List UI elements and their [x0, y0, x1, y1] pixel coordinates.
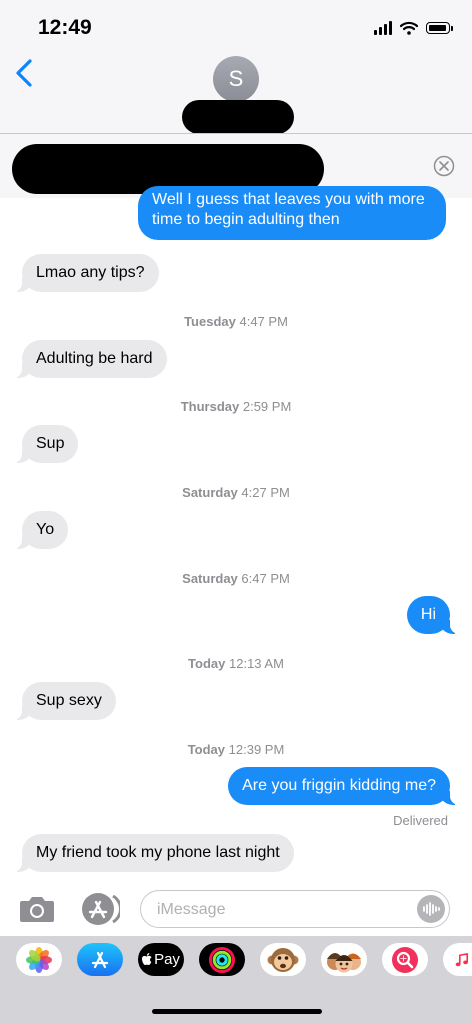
photos-icon[interactable]: [16, 943, 62, 976]
delivered-receipt: Delivered: [393, 813, 448, 828]
timestamp: Thursday 2:59 PM: [180, 399, 292, 414]
apple-pay-label: Pay: [154, 951, 180, 968]
message-incoming[interactable]: Sup: [12, 425, 79, 463]
redacted-contact-name: [182, 100, 294, 134]
message-thread: Well I guess that leaves you with more t…: [0, 186, 472, 876]
message-outgoing[interactable]: Well I guess that leaves you with more t…: [138, 186, 446, 240]
imessage-placeholder: iMessage: [157, 901, 226, 918]
back-chevron-icon[interactable]: [10, 56, 40, 90]
message-incoming[interactable]: Yo: [12, 511, 69, 549]
message-incoming[interactable]: Adulting be hard: [13, 340, 167, 378]
activity-icon[interactable]: [199, 943, 245, 976]
wifi-icon: [400, 21, 418, 35]
apple-pay-icon[interactable]: Pay: [138, 943, 184, 976]
message-incoming[interactable]: My friend took my phone last night: [13, 834, 294, 872]
app-store-app-icon[interactable]: [77, 943, 123, 976]
monkey-animoji-icon[interactable]: [260, 943, 306, 976]
contact-avatar[interactable]: S: [213, 56, 259, 102]
web-search-icon[interactable]: [382, 943, 428, 976]
cellular-signal-icon: [374, 21, 392, 35]
message-incoming[interactable]: Sup sexy: [13, 682, 116, 720]
message-outgoing[interactable]: Hi: [406, 596, 460, 634]
avatar-initial: S: [228, 66, 244, 91]
camera-icon[interactable]: [18, 894, 56, 924]
timestamp: Saturday 4:27 PM: [182, 485, 290, 500]
battery-icon: [426, 22, 453, 34]
close-icon[interactable]: [433, 155, 455, 177]
audio-waveform-icon[interactable]: [417, 895, 445, 923]
app-store-icon[interactable]: [80, 892, 120, 926]
timestamp: Today 12:13 AM: [188, 656, 284, 671]
imessage-input[interactable]: iMessage: [140, 890, 450, 928]
timestamp: Today 12:39 PM: [187, 742, 285, 757]
memoji-icon[interactable]: [321, 943, 367, 976]
status-time: 12:49: [38, 16, 92, 39]
message-outgoing[interactable]: Are you friggin kidding me?: [228, 767, 459, 805]
timestamp: Saturday 6:47 PM: [182, 571, 290, 586]
message-incoming[interactable]: Lmao any tips?: [13, 254, 159, 292]
status-icons: [374, 20, 453, 36]
music-icon[interactable]: [443, 943, 472, 976]
home-indicator[interactable]: [152, 1009, 322, 1014]
timestamp: Tuesday 4:47 PM: [184, 314, 288, 329]
